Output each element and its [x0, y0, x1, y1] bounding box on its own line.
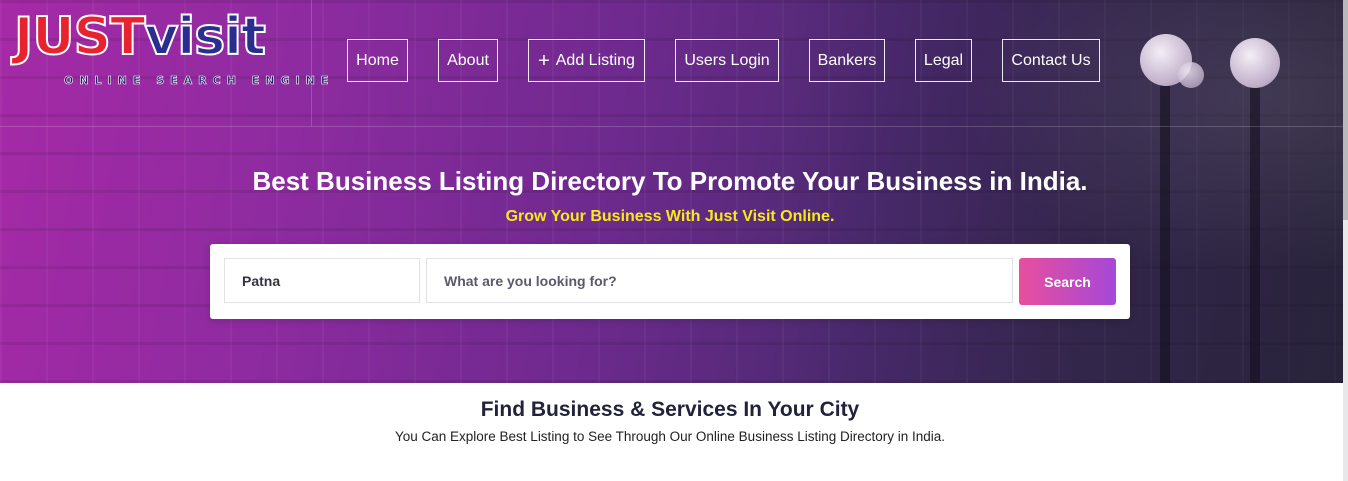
nav-bankers-button[interactable]: Bankers [809, 39, 885, 82]
scrollbar-thumb[interactable] [1343, 0, 1348, 220]
nav-add-listing-button[interactable]: + Add Listing [528, 39, 645, 82]
logo-visit-text: visit [143, 6, 266, 68]
lamp-post-decoration [1160, 84, 1170, 383]
nav-users-login-label: Users Login [684, 51, 770, 69]
nav-home-label: Home [356, 51, 399, 69]
nav-contact-button[interactable]: Contact Us [1002, 39, 1100, 82]
nav-legal-button[interactable]: Legal [915, 39, 972, 82]
nav-add-listing-label: Add Listing [555, 51, 635, 69]
search-button[interactable]: Search [1019, 258, 1116, 305]
nav-about-button[interactable]: About [438, 39, 498, 82]
logo-wordmark: JUSTvisit [13, 6, 267, 68]
section-title: Find Business & Services In Your City [480, 398, 860, 421]
nav-about-label: About [447, 51, 489, 69]
site-header: JUSTvisit ONLINE SEARCH ENGINE Home Abou… [0, 0, 1348, 127]
site-logo[interactable]: JUSTvisit ONLINE SEARCH ENGINE [0, 0, 329, 126]
hero-subtitle: Grow Your Business With Just Visit Onlin… [505, 208, 835, 225]
nav-bankers-label: Bankers [817, 51, 877, 69]
nav-contact-label: Contact Us [1011, 51, 1091, 69]
search-panel: Search [210, 244, 1130, 319]
hero-title: Best Business Listing Directory To Promo… [252, 166, 1088, 196]
lamp-post-decoration [1250, 86, 1260, 383]
logo-tagline: ONLINE SEARCH ENGINE [64, 74, 335, 88]
section-subtitle: You Can Explore Best Listing to See Thro… [394, 429, 946, 444]
nav-home-button[interactable]: Home [347, 39, 408, 82]
plus-icon: + [538, 49, 550, 72]
search-query-input[interactable] [426, 258, 1013, 303]
nav-legal-label: Legal [923, 51, 964, 69]
city-input[interactable] [224, 258, 420, 303]
nav-users-login-button[interactable]: Users Login [675, 39, 779, 82]
logo-just-text: JUST [13, 6, 146, 68]
page-scrollbar[interactable] [1343, 0, 1348, 481]
